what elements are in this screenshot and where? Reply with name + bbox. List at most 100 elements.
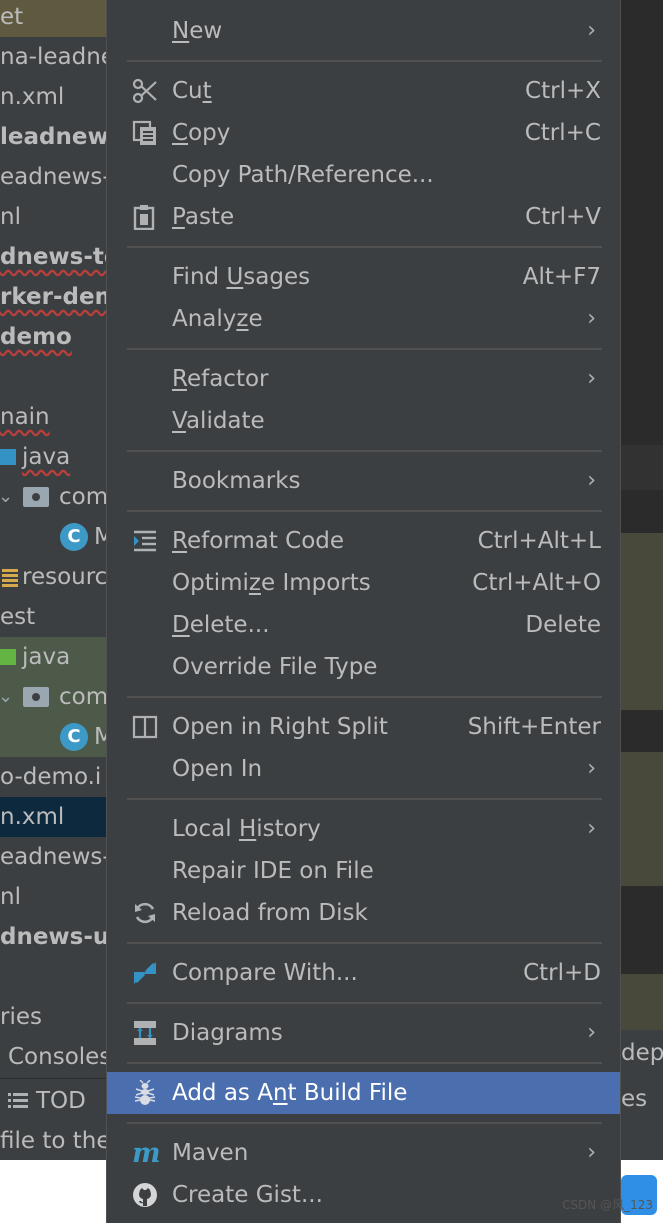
svg-text:m: m: [132, 1140, 161, 1166]
tree-row-label: dnews-te: [0, 244, 106, 270]
menu-separator: [127, 798, 602, 800]
tree-row-label: dnews-ut: [0, 924, 106, 950]
tree-row[interactable]: java: [0, 437, 106, 477]
menu-separator: [127, 348, 602, 350]
menu-item-label: Analyze: [172, 306, 263, 332]
tree-row[interactable]: eadnews-: [0, 837, 106, 877]
tree-row[interactable]: java: [0, 637, 106, 677]
tree-row[interactable]: resourc: [0, 557, 106, 597]
menu-item-open-in[interactable]: Open In ›: [107, 748, 620, 790]
tree-row[interactable]: ⌄ com: [0, 677, 106, 717]
taskbar-area: [0, 1160, 106, 1223]
tree-row-label: M: [94, 524, 106, 550]
menu-item-copy[interactable]: Copy Ctrl+C: [107, 112, 620, 154]
menu-item-cut[interactable]: Cut Ctrl+X: [107, 70, 620, 112]
menu-item-reload-from-disk[interactable]: Reload from Disk: [107, 892, 620, 934]
tree-row[interactable]: na-leadne: [0, 37, 106, 77]
menu-item-repair-ide-on-file[interactable]: Repair IDE on File: [107, 850, 620, 892]
tree-row-label: ries: [0, 1004, 42, 1030]
tree-row-label: est: [0, 604, 36, 630]
menu-item-label: Repair IDE on File: [172, 858, 374, 884]
menu-item-label: Cut: [172, 78, 212, 104]
context-menu: New › Cut Ctrl+X Copy Ctrl+C Copy Path/Referen…: [106, 0, 621, 1223]
menu-item-analyze[interactable]: Analyze ›: [107, 298, 620, 340]
menu-item-delete[interactable]: Delete... Delete: [107, 604, 620, 646]
tree-row[interactable]: eadnews-: [0, 157, 106, 197]
tree-row[interactable]: est: [0, 597, 106, 637]
tree-row[interactable]: C M: [0, 717, 106, 757]
tree-row[interactable]: nl: [0, 877, 106, 917]
tree-row-label: Consoles: [8, 1044, 106, 1070]
menu-item-label: Delete...: [172, 612, 270, 638]
package-icon: [23, 487, 49, 507]
maven-icon: m: [132, 1138, 161, 1169]
tree-row[interactable]: leadnews: [0, 117, 106, 157]
menu-item-create-gist[interactable]: Create Gist...: [107, 1174, 620, 1216]
tree-row[interactable]: C M: [0, 517, 106, 557]
tree-row-label: rker-dem: [0, 284, 106, 310]
menu-item-open-in-right-split[interactable]: Open in Right Split Shift+Enter: [107, 706, 620, 748]
menu-item-label: Reload from Disk: [172, 900, 368, 926]
menu-item-paste[interactable]: Paste Ctrl+V: [107, 196, 620, 238]
tree-row[interactable]: dnews-ut: [0, 917, 106, 957]
tree-row[interactable]: Consoles: [0, 1037, 106, 1077]
menu-item-find-usages[interactable]: Find Usages Alt+F7: [107, 256, 620, 298]
tree-row[interactable]: n.xml: [0, 797, 106, 837]
menu-item-local-history[interactable]: Local History ›: [107, 808, 620, 850]
menu-item-shortcut: Ctrl+Alt+L: [477, 528, 601, 554]
menu-item-shortcut: Ctrl+X: [525, 78, 601, 104]
menu-item-override-file-type[interactable]: Override File Type: [107, 646, 620, 688]
tree-row[interactable]: ⌄ com: [0, 477, 106, 517]
class-icon: C: [60, 523, 88, 551]
menu-item-label: Copy Path/Reference...: [172, 162, 434, 188]
tree-row-label: java: [22, 444, 71, 470]
todo-tab[interactable]: TOD: [36, 1079, 86, 1123]
resources-folder-icon: [2, 569, 18, 587]
editor-block: [621, 533, 663, 710]
menu-separator: [127, 510, 602, 512]
tree-row[interactable]: demo: [0, 317, 106, 357]
reformat-icon: [132, 528, 158, 554]
menu-item-bookmarks[interactable]: Bookmarks ›: [107, 460, 620, 502]
chevron-down-icon[interactable]: ⌄: [0, 677, 13, 717]
tree-row[interactable]: o-demo.i: [0, 757, 106, 797]
menu-separator: [127, 246, 602, 248]
tree-row[interactable]: rker-dem: [0, 277, 106, 317]
menu-item-copy-path-reference[interactable]: Copy Path/Reference...: [107, 154, 620, 196]
menu-item-refactor[interactable]: Refactor ›: [107, 358, 620, 400]
menu-item-shortcut: Delete: [525, 612, 601, 638]
menu-item-reformat-code[interactable]: Reformat Code Ctrl+Alt+L: [107, 520, 620, 562]
chevron-right-icon: ›: [587, 366, 596, 391]
tree-row-label: com: [59, 684, 106, 710]
menu-item-new[interactable]: New ›: [107, 10, 620, 52]
chevron-right-icon: ›: [587, 756, 596, 781]
tree-row[interactable]: ries: [0, 997, 106, 1037]
menu-item-label: Reformat Code: [172, 528, 345, 554]
source-folder-icon: [0, 449, 16, 465]
menu-item-add-as-ant-build-file[interactable]: Add as Ant Build File: [107, 1072, 620, 1114]
menu-item-label: Open in Right Split: [172, 714, 388, 740]
tree-row-label: leadnews: [0, 124, 106, 150]
tree-row[interactable]: et: [0, 0, 106, 37]
compare-icon: [132, 960, 158, 986]
test-folder-icon: [0, 649, 16, 665]
menu-item-compare-with[interactable]: Compare With... Ctrl+D: [107, 952, 620, 994]
tree-row-label: M: [94, 724, 106, 750]
chevron-down-icon[interactable]: ⌄: [0, 477, 13, 517]
menu-item-optimize-imports[interactable]: Optimize Imports Ctrl+Alt+O: [107, 562, 620, 604]
chevron-right-icon: ›: [587, 816, 596, 841]
menu-item-label: Compare With...: [172, 960, 358, 986]
menu-item-shortcut: Ctrl+D: [523, 960, 601, 986]
menu-item-diagrams[interactable]: Diagrams ›: [107, 1012, 620, 1054]
tree-row[interactable]: nl: [0, 197, 106, 237]
tree-row[interactable]: dnews-te: [0, 237, 106, 277]
tree-row[interactable]: nain: [0, 397, 106, 437]
tree-row-label: resourc: [22, 564, 106, 590]
menu-item-maven[interactable]: m Maven ›: [107, 1132, 620, 1174]
menu-item-validate[interactable]: Validate: [107, 400, 620, 442]
chevron-right-icon: ›: [587, 1140, 596, 1165]
panel-title-fragment: dep: [621, 1040, 663, 1066]
tree-row[interactable]: n.xml: [0, 77, 106, 117]
menu-separator: [127, 1062, 602, 1064]
menu-separator: [127, 1122, 602, 1124]
